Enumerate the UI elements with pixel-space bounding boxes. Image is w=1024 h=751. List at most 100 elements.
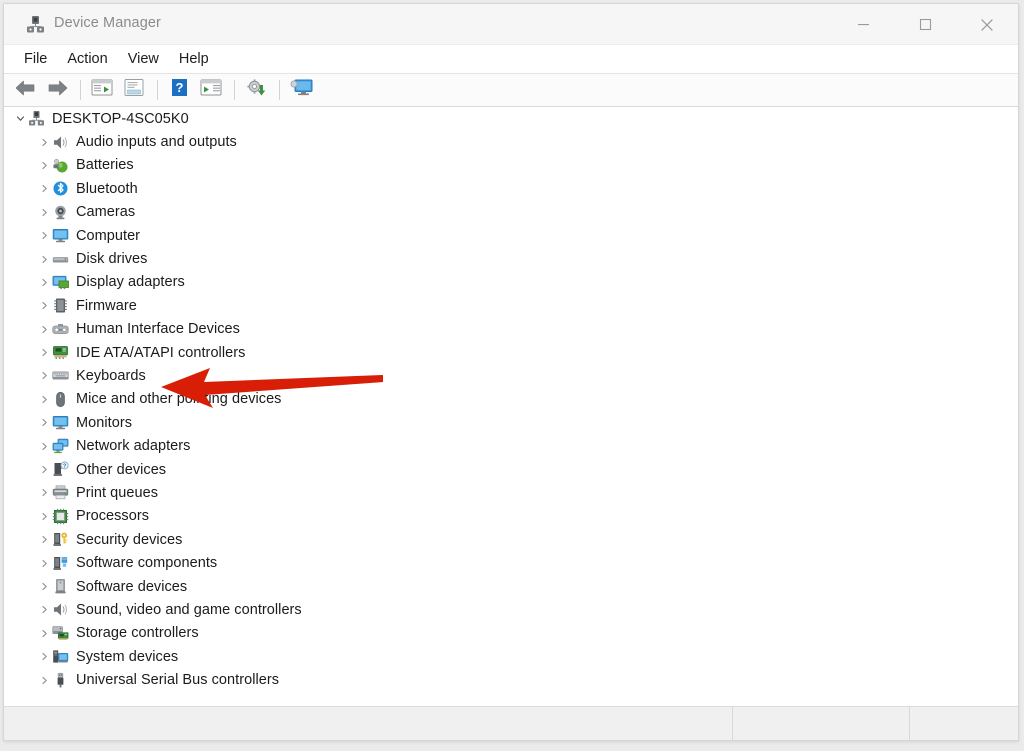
chevron-right-icon[interactable] [37,181,52,196]
chevron-right-icon[interactable] [37,462,52,477]
chevron-right-icon[interactable] [37,485,52,500]
properties-button[interactable] [119,77,149,103]
chevron-right-icon[interactable] [37,275,52,290]
chevron-right-icon[interactable] [37,345,52,360]
tree-row-label: Disk drives [76,251,148,268]
chevron-right-icon[interactable] [37,509,52,524]
status-pane-second [733,707,910,740]
device-tree[interactable]: DESKTOP-4SC05K0 Audio inputs and outputs [4,107,1018,706]
chevron-right-icon[interactable] [37,135,52,150]
disk-drive-icon [52,251,69,268]
tree-row-disk-drives[interactable]: Disk drives [4,247,1018,270]
chevron-right-icon[interactable] [37,579,52,594]
show-hide-console-tree-button[interactable] [87,77,117,103]
tree-row-label: Security devices [76,531,183,548]
chevron-right-icon[interactable] [37,205,52,220]
toolbar-separator [80,80,81,100]
chevron-right-icon[interactable] [37,673,52,688]
minimize-button[interactable] [832,4,894,45]
tree-row-audio-inputs-and-outputs[interactable]: Audio inputs and outputs [4,130,1018,153]
tree-row-ide-ata-atapi-controllers[interactable]: IDE ATA/ATAPI controllers [4,341,1018,364]
tree-row-label: Human Interface Devices [76,321,240,338]
display-button[interactable] [286,77,316,103]
menu-item-action[interactable]: Action [57,48,117,70]
tree-row-universal-serial-bus-controllers[interactable]: Universal Serial Bus controllers [4,668,1018,691]
tree-row-label: Network adapters [76,438,191,455]
keyboard-icon [52,367,69,384]
chevron-right-icon[interactable] [37,228,52,243]
tree-row-root[interactable]: DESKTOP-4SC05K0 [4,107,1018,130]
chevron-right-icon[interactable] [37,415,52,430]
tree-row-label: IDE ATA/ATAPI controllers [76,344,246,361]
update-driver-button[interactable] [241,77,271,103]
chevron-right-icon[interactable] [37,626,52,641]
tree-row-mice-and-other-pointing-devices[interactable]: Mice and other pointing devices [4,388,1018,411]
chevron-right-icon[interactable] [37,322,52,337]
tree-row-cameras[interactable]: Cameras [4,201,1018,224]
chevron-right-icon[interactable] [37,556,52,571]
tree-row-label: Other devices [76,461,167,478]
tree-row-security-devices[interactable]: Security devices [4,528,1018,551]
chevron-right-icon[interactable] [37,392,52,407]
back-button[interactable] [10,77,40,103]
menu-item-view[interactable]: View [118,48,169,70]
tree-row-label: Universal Serial Bus controllers [76,672,280,689]
ide-controller-icon [52,344,69,361]
menu-item-help[interactable]: Help [169,48,219,70]
tree-row-sound-video-and-game-controllers[interactable]: Sound, video and game controllers [4,598,1018,621]
tree-row-label: Software components [76,555,218,572]
forward-button[interactable] [42,77,72,103]
chevron-right-icon[interactable] [37,649,52,664]
help-icon: ? [170,78,189,102]
computer-root-icon [28,110,45,127]
maximize-button[interactable] [894,4,956,45]
tree-row-computer[interactable]: Computer [4,224,1018,247]
software-component-icon [52,555,69,572]
chevron-right-icon[interactable] [37,532,52,547]
tree-row-software-devices[interactable]: Software devices [4,575,1018,598]
tree-row-display-adapters[interactable]: Display adapters [4,271,1018,294]
processor-icon [52,508,69,525]
toolbar-separator [234,80,235,100]
chevron-right-icon[interactable] [37,158,52,173]
tree-row-bluetooth[interactable]: Bluetooth [4,177,1018,200]
monitor-icon [52,227,69,244]
tree-row-label: Cameras [76,204,136,221]
help-button[interactable]: ? [164,77,194,103]
network-adapter-icon [52,438,69,455]
tree-row-processors[interactable]: Processors [4,505,1018,528]
tree-row-label: Software devices [76,578,188,595]
chevron-right-icon[interactable] [37,368,52,383]
tree-row-keyboards[interactable]: Keyboards [4,364,1018,387]
close-button[interactable] [956,4,1018,45]
security-device-icon [52,531,69,548]
chevron-right-icon[interactable] [37,298,52,313]
chevron-down-icon[interactable] [13,111,28,126]
tree-row-other-devices[interactable]: ? Other devices [4,458,1018,481]
properties-icon [123,78,145,102]
menu-item-file[interactable]: File [14,48,57,70]
tree-row-batteries[interactable]: Batteries [4,154,1018,177]
tree-row-system-devices[interactable]: System devices [4,645,1018,668]
window-title: Device Manager [54,15,161,31]
tree-row-label: Keyboards [76,367,146,384]
tree-row-software-components[interactable]: Software components [4,551,1018,574]
tree-row-label: Storage controllers [76,625,199,642]
tree-row-storage-controllers[interactable]: Storage controllers [4,622,1018,645]
scan-for-hardware-changes-button[interactable] [196,77,226,103]
tree-row-monitors[interactable]: Monitors [4,411,1018,434]
software-device-icon [52,578,69,595]
chevron-right-icon[interactable] [37,439,52,454]
tree-row-label: Computer [76,227,141,244]
chevron-right-icon[interactable] [37,252,52,267]
tree-row-label: Processors [76,508,150,525]
tree-row-firmware[interactable]: Firmware [4,294,1018,317]
scan-for-hardware-changes-icon [200,78,222,102]
tree-row-network-adapters[interactable]: Network adapters [4,434,1018,457]
tree-row-human-interface-devices[interactable]: Human Interface Devices [4,318,1018,341]
chevron-right-icon[interactable] [37,602,52,617]
svg-text:?: ? [175,80,183,95]
tree-row-label: Mice and other pointing devices [76,391,282,408]
tree-row-print-queues[interactable]: Print queues [4,481,1018,504]
toolbar: ? [4,74,1018,107]
